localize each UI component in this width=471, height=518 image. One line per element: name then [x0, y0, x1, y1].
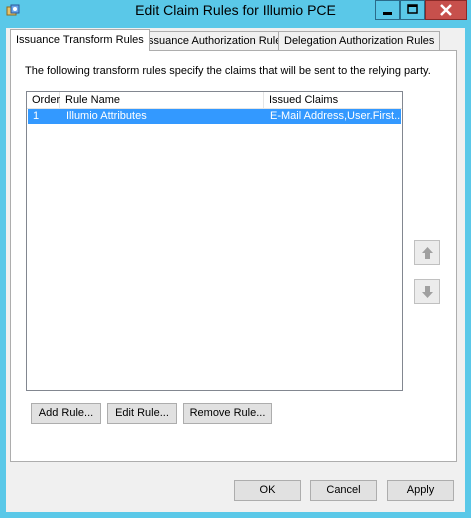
tab-delegation-authorization-rules[interactable]: Delegation Authorization Rules [278, 31, 441, 51]
cell-order: 1 [33, 110, 40, 122]
column-header-issued-claims[interactable]: Issued Claims [264, 92, 402, 108]
tab-panel: The following transform rules specify th… [10, 50, 457, 462]
maximize-button[interactable] [400, 0, 425, 20]
arrow-down-icon [422, 286, 433, 298]
minimize-button[interactable] [375, 0, 400, 20]
cell-issued-claims: E-Mail Address,User.First... [270, 110, 401, 122]
title-bar[interactable]: Edit Claim Rules for Illumio PCE [0, 0, 471, 22]
table-row[interactable]: 1 Illumio Attributes E-Mail Address,User… [28, 109, 401, 124]
dialog-client-area: Issuance Transform Rules Issuance Author… [6, 28, 465, 512]
tab-issuance-transform-rules[interactable]: Issuance Transform Rules [10, 29, 150, 51]
ok-button[interactable]: OK [234, 480, 301, 501]
tab-issuance-authorization-rules[interactable]: Issuance Authorization Rules [139, 31, 293, 51]
add-rule-button[interactable]: Add Rule... [31, 403, 101, 424]
column-header-order[interactable]: Order [27, 92, 60, 108]
move-up-button[interactable] [414, 240, 440, 265]
cell-rule-name: Illumio Attributes [66, 110, 147, 122]
rules-list[interactable]: Order Rule Name Issued Claims 1 Illumio … [26, 91, 403, 391]
rules-list-header: Order Rule Name Issued Claims [27, 92, 402, 109]
cancel-button[interactable]: Cancel [310, 480, 377, 501]
panel-description: The following transform rules specify th… [25, 65, 431, 77]
move-down-button[interactable] [414, 279, 440, 304]
dialog-window: Edit Claim Rules for Illumio PCE Issuanc… [0, 0, 471, 518]
close-button[interactable] [425, 0, 467, 20]
apply-button[interactable]: Apply [387, 480, 454, 501]
arrow-up-icon [422, 247, 433, 259]
remove-rule-button[interactable]: Remove Rule... [183, 403, 272, 424]
edit-rule-button[interactable]: Edit Rule... [107, 403, 177, 424]
column-header-rule-name[interactable]: Rule Name [60, 92, 264, 108]
close-icon [440, 4, 452, 16]
